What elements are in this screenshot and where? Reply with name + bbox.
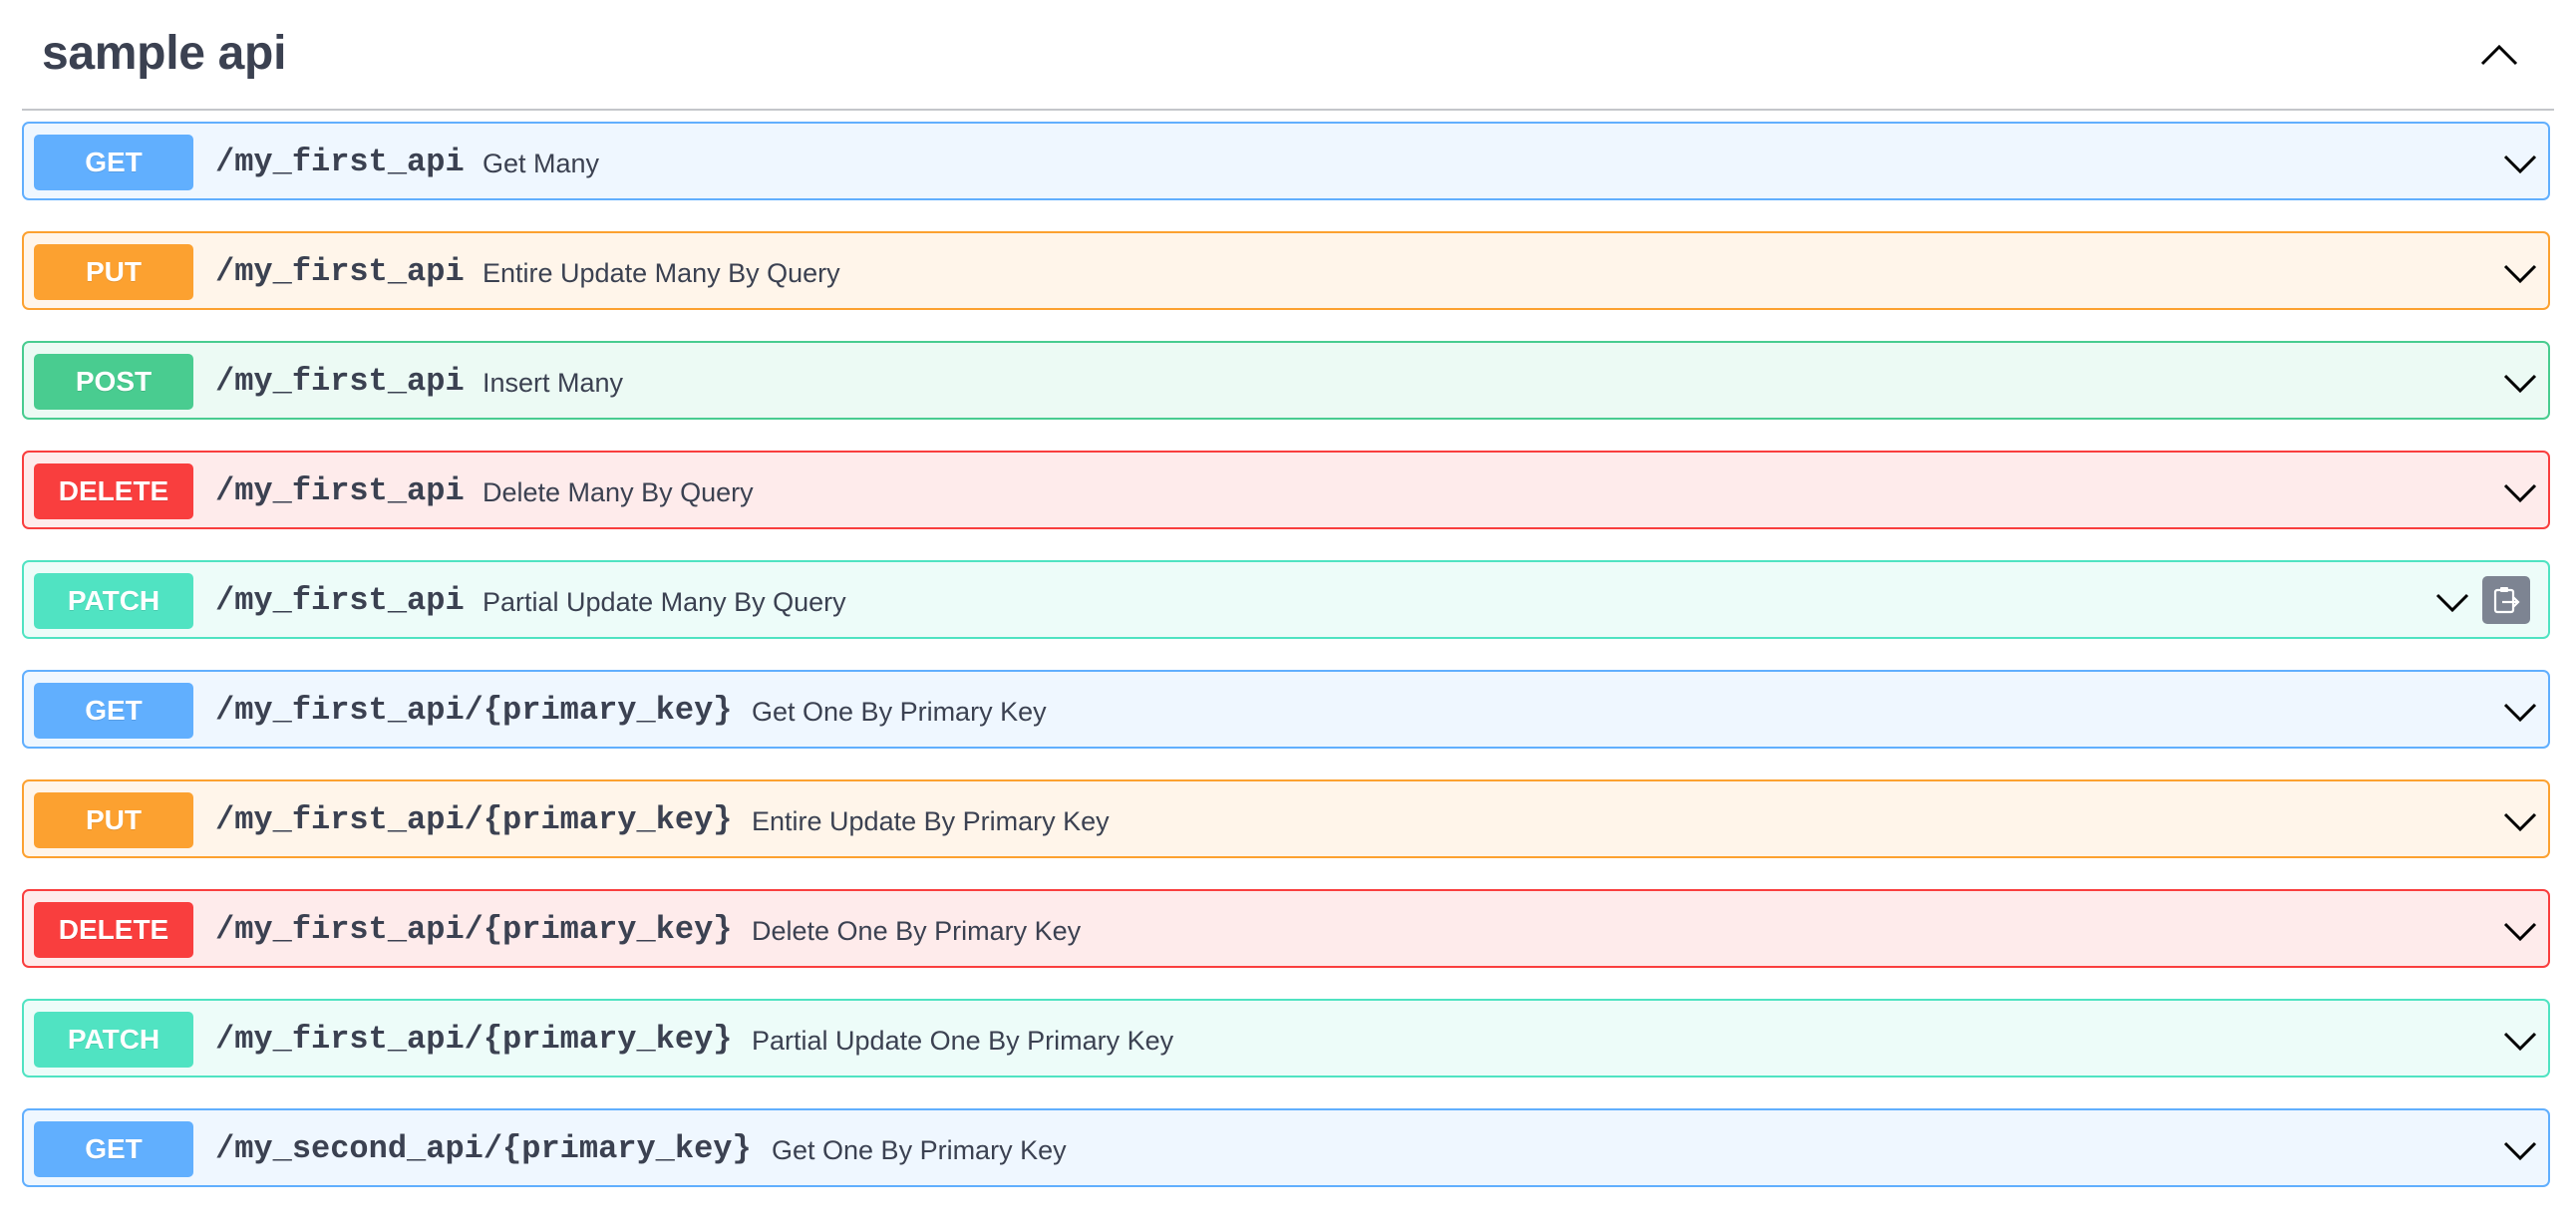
chevron-down-icon[interactable] [2502, 1132, 2538, 1168]
operation-row[interactable]: GET /my_first_api Get Many [22, 122, 2550, 200]
method-badge: DELETE [34, 463, 193, 519]
method-badge: PATCH [34, 1012, 193, 1068]
operation-summary: Partial Update Many By Query [483, 587, 846, 617]
method-badge: GET [34, 683, 193, 739]
operation-row[interactable]: DELETE /my_first_api Delete Many By Quer… [22, 451, 2550, 529]
chevron-down-icon[interactable] [2502, 694, 2538, 730]
operation-path: /my_first_api/{primary_key} [215, 911, 733, 948]
operation-path: /my_first_api [215, 363, 465, 400]
operation-row[interactable]: PATCH /my_first_api Partial Update Many … [22, 560, 2550, 639]
chevron-down-icon[interactable] [2502, 913, 2538, 949]
method-badge: GET [34, 1121, 193, 1177]
operation-summary: Entire Update By Primary Key [752, 806, 1110, 836]
operation-row[interactable]: PUT /my_first_api/{primary_key} Entire U… [22, 779, 2550, 858]
chevron-down-icon[interactable] [2502, 255, 2538, 291]
method-badge: POST [34, 354, 193, 410]
operation-path: /my_first_api [215, 253, 465, 290]
method-badge: DELETE [34, 902, 193, 958]
chevron-down-icon[interactable] [2502, 474, 2538, 510]
tag-header[interactable]: sample api [22, 0, 2554, 111]
operation-row[interactable]: GET /my_second_api/{primary_key} Get One… [22, 1108, 2550, 1187]
operation-path: /my_second_api/{primary_key} [215, 1130, 752, 1167]
operation-summary: Get Many [483, 149, 600, 178]
operation-summary: Delete Many By Query [483, 477, 754, 507]
operation-summary: Delete One By Primary Key [752, 916, 1082, 946]
chevron-down-icon[interactable] [2502, 1023, 2538, 1059]
chevron-down-icon[interactable] [2502, 365, 2538, 401]
tag-section-sample-api: sample api GET /my_first_api Get Many PU… [0, 0, 2576, 1232]
section-title: sample api [42, 27, 287, 80]
chevron-down-icon[interactable] [2502, 146, 2538, 181]
method-badge: PUT [34, 244, 193, 300]
chevron-down-icon[interactable] [2502, 803, 2538, 839]
method-badge: GET [34, 135, 193, 190]
operation-path: /my_first_api [215, 472, 465, 509]
operation-path: /my_first_api/{primary_key} [215, 692, 733, 729]
operation-summary: Get One By Primary Key [772, 1135, 1067, 1165]
operation-path: /my_first_api [215, 144, 465, 180]
operation-row[interactable]: GET /my_first_api/{primary_key} Get One … [22, 670, 2550, 749]
operation-path: /my_first_api [215, 582, 465, 619]
operation-path: /my_first_api/{primary_key} [215, 1021, 733, 1058]
copy-to-clipboard-icon[interactable] [2482, 576, 2530, 624]
chevron-down-icon[interactable] [2434, 584, 2470, 620]
operation-summary: Partial Update One By Primary Key [752, 1026, 1174, 1056]
operation-row[interactable]: DELETE /my_first_api/{primary_key} Delet… [22, 889, 2550, 968]
operation-row[interactable]: PUT /my_first_api Entire Update Many By … [22, 231, 2550, 310]
operation-path: /my_first_api/{primary_key} [215, 801, 733, 838]
operation-summary: Entire Update Many By Query [483, 258, 840, 288]
chevron-up-icon[interactable] [2474, 30, 2524, 80]
operation-summary: Insert Many [483, 368, 624, 398]
method-badge: PUT [34, 792, 193, 848]
operation-row[interactable]: PATCH /my_first_api/{primary_key} Partia… [22, 999, 2550, 1078]
method-badge: PATCH [34, 573, 193, 629]
operation-summary: Get One By Primary Key [752, 697, 1047, 727]
operation-row[interactable]: POST /my_first_api Insert Many [22, 341, 2550, 420]
